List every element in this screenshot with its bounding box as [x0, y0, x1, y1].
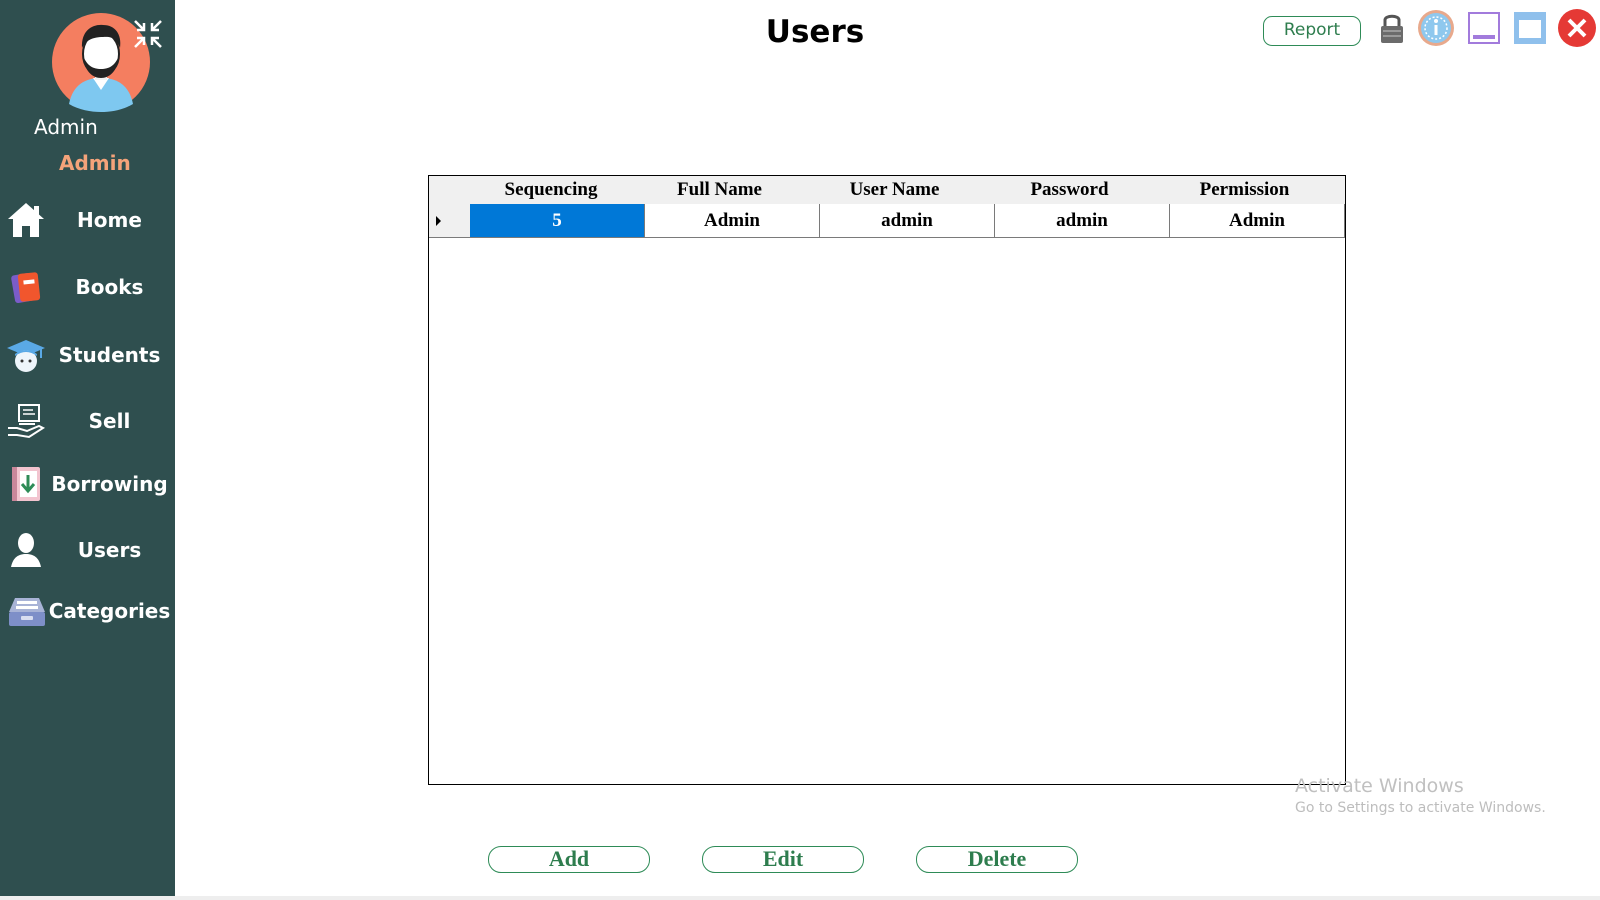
sidebar-item-label: Sell [88, 409, 131, 433]
borrowing-icon [12, 467, 40, 501]
home-icon [8, 203, 44, 237]
sidebar-item-label: Students [58, 343, 161, 367]
table-row[interactable]: 5 Admin admin admin Admin [429, 204, 1345, 238]
watermark-subtitle: Go to Settings to activate Windows. [1295, 800, 1546, 816]
delete-button[interactable]: Delete [916, 846, 1078, 873]
sidebar-item-students[interactable]: Students [0, 327, 175, 383]
column-header-password[interactable]: Password [982, 176, 1157, 204]
add-button[interactable]: Add [488, 846, 650, 873]
sidebar-item-label: Borrowing [51, 472, 168, 496]
users-table[interactable]: Sequencing Full Name User Name Password … [428, 175, 1346, 785]
lock-icon[interactable] [1372, 8, 1412, 48]
collapse-icon[interactable] [132, 18, 164, 50]
edit-button[interactable]: Edit [702, 846, 864, 873]
sidebar-item-books[interactable]: Books [0, 259, 175, 315]
sell-icon [8, 404, 46, 439]
column-header-permission[interactable]: Permission [1157, 176, 1332, 204]
cell-password[interactable]: admin [995, 204, 1170, 237]
user-icon [11, 533, 41, 567]
sidebar-item-sell[interactable]: Sell [0, 393, 175, 449]
table-header: Sequencing Full Name User Name Password … [429, 176, 1345, 204]
cell-sequencing[interactable]: 5 [470, 204, 645, 237]
sidebar-item-borrowing[interactable]: Borrowing [0, 456, 175, 512]
sidebar-item-home[interactable]: Home [0, 192, 175, 248]
report-button[interactable]: Report [1263, 16, 1361, 46]
user-name: Admin [59, 151, 131, 175]
sidebar-item-categories[interactable]: Categories [0, 583, 175, 639]
maximize-icon[interactable] [1510, 8, 1550, 48]
books-icon [11, 272, 41, 304]
bottom-strip [0, 896, 1600, 900]
row-selector[interactable] [429, 204, 470, 237]
categories-icon [9, 598, 45, 626]
sidebar-item-label: Categories [48, 599, 171, 623]
sidebar: Admin Admin Home Books Students Sell Bor… [0, 0, 175, 900]
column-header-sequencing[interactable]: Sequencing [470, 176, 632, 204]
row-indicator-icon [436, 216, 441, 226]
sidebar-item-users[interactable]: Users [0, 522, 175, 578]
close-icon[interactable] [1557, 8, 1597, 48]
page-title: Users [765, 14, 865, 50]
cell-full-name[interactable]: Admin [645, 204, 820, 237]
cell-permission[interactable]: Admin [1170, 204, 1345, 237]
sidebar-item-label: Users [77, 538, 142, 562]
info-icon[interactable] [1416, 8, 1456, 48]
user-role: Admin [34, 115, 98, 139]
watermark-title: Activate Windows [1295, 775, 1464, 797]
column-header-full-name[interactable]: Full Name [632, 176, 807, 204]
minimize-icon[interactable] [1464, 8, 1504, 48]
sidebar-item-label: Home [77, 208, 142, 232]
cell-user-name[interactable]: admin [820, 204, 995, 237]
column-header-user-name[interactable]: User Name [807, 176, 982, 204]
student-icon [7, 340, 45, 372]
sidebar-item-label: Books [75, 275, 144, 299]
